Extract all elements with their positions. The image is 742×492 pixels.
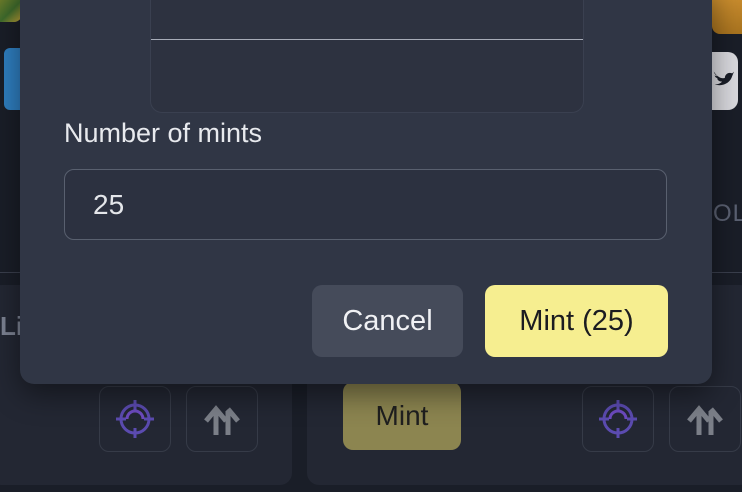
- preview-panel: [150, 0, 584, 113]
- nft-thumbnail-left: [0, 0, 22, 22]
- twitter-tile[interactable]: [712, 52, 738, 110]
- cancel-button[interactable]: Cancel: [312, 285, 463, 357]
- target-button-left[interactable]: [99, 386, 171, 452]
- partial-label-right: OL: [713, 200, 742, 227]
- transfer-button-right[interactable]: [669, 386, 741, 452]
- transfer-button-left[interactable]: [186, 386, 258, 452]
- number-of-mints-input[interactable]: [64, 169, 667, 240]
- target-button-right[interactable]: [582, 386, 654, 452]
- target-icon: [116, 400, 154, 438]
- upload-arrows-icon: [687, 405, 723, 435]
- preview-divider: [151, 39, 583, 40]
- nft-thumbnail-right: [712, 0, 742, 34]
- mint-confirm-button[interactable]: Mint (25): [485, 285, 668, 357]
- twitter-icon: [712, 68, 734, 94]
- number-of-mints-label: Number of mints: [64, 118, 263, 148]
- target-icon: [599, 400, 637, 438]
- mint-button-background[interactable]: Mint: [343, 382, 461, 450]
- upload-arrows-icon: [204, 405, 240, 435]
- mint-dialog: Number of mints Cancel Mint (25): [20, 0, 712, 384]
